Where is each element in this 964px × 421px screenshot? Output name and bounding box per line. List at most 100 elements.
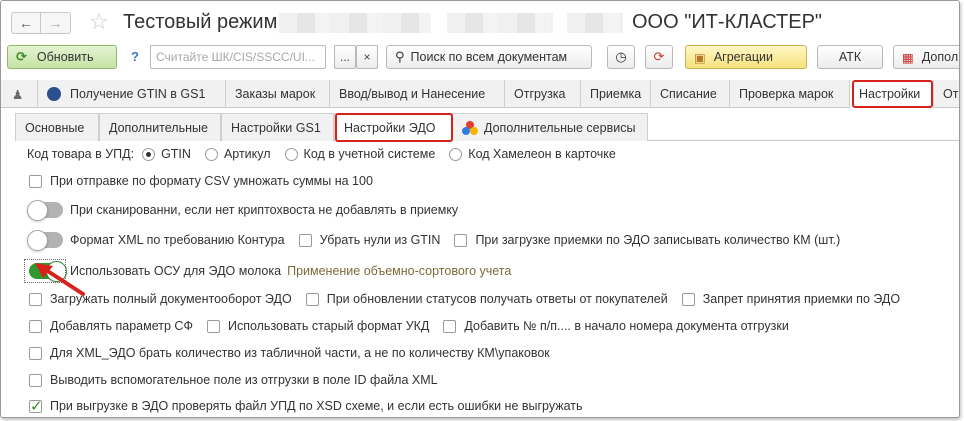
gs1-icon (47, 87, 61, 101)
redacted-area (279, 13, 431, 33)
radio-chameleon-code-label: Код Хамелеон в карточке (468, 147, 616, 161)
xml-edo-qty-row: Для XML_ЭДО брать количество из таблично… (29, 342, 550, 364)
tab-mark-check[interactable]: Проверка марок (730, 80, 850, 108)
load-km-count-checkbox[interactable] (454, 233, 468, 247)
radio-gtin[interactable] (142, 147, 156, 161)
history-button[interactable]: ◷ (607, 45, 635, 69)
csv-multiply-checkbox[interactable] (29, 174, 42, 188)
help-link[interactable]: ? (131, 49, 139, 64)
aux-field-label: Выводить вспомогательное поле из отгрузк… (50, 373, 438, 387)
xml-kontur-row: Формат XML по требованию Контура Убрать … (27, 229, 840, 251)
extra-button[interactable]: ▦ Допол (893, 45, 959, 69)
radio-article[interactable] (204, 147, 218, 161)
add-line-number-checkbox[interactable] (443, 319, 457, 333)
forbid-accept-label: Запрет принятия приемки по ЭДО (702, 292, 901, 306)
csv-multiply-row: При отправке по формату CSV умножать сум… (29, 170, 373, 192)
add-line-number-label: Добавить № п/п.... в начало номера докум… (464, 319, 789, 333)
remove-zeros-gtin-label: Убрать нули из GTIN (319, 233, 441, 247)
settings-subtabs: Основные Дополнительные Настройки GS1 На… (15, 113, 959, 142)
tab-shipment[interactable]: Отгрузка (505, 80, 581, 108)
tab-label: Получение GTIN в GS1 (70, 87, 206, 101)
barcode-search-input[interactable]: Считайте ШК/CIS/SSCC/UI... (150, 45, 326, 69)
search-all-documents-button[interactable]: ⚲ Поиск по всем документам (386, 45, 592, 69)
radio-accounting-code-label: Код в учетной системе (303, 147, 436, 161)
refresh-button-label: Обновить (36, 50, 94, 64)
refresh-icon: ⟳ (16, 49, 27, 64)
back-button[interactable]: ← (11, 12, 41, 34)
radio-gtin-label: GTIN (161, 147, 191, 161)
search-all-label: Поиск по всем документам (410, 50, 568, 64)
forward-button[interactable]: → (41, 12, 71, 34)
edo-settings-panel: Код товара в УПД: GTIN Артикул Код в уче… (1, 142, 959, 417)
extra-label: Допол (921, 50, 959, 64)
forbid-accept-checkbox[interactable] (681, 292, 695, 306)
atk-button[interactable]: АТК (817, 45, 883, 69)
tab-users[interactable]: ♟ (1, 80, 38, 108)
radio-accounting-code[interactable] (284, 147, 298, 161)
sync-button[interactable]: ⟳ (645, 45, 673, 69)
xml-kontur-label: Формат XML по требованию Контура (70, 233, 285, 247)
main-tabs: ♟ Получение GTIN в GS1 Заказы марок Ввод… (1, 80, 959, 108)
tab-gtin-gs1[interactable]: Получение GTIN в GS1 (38, 80, 226, 108)
subtab-label: Дополнительные сервисы (484, 120, 636, 135)
subtab-gs1-settings[interactable]: Настройки GS1 (221, 113, 334, 141)
xml-edo-qty-label: Для XML_ЭДО брать количество из таблично… (50, 346, 550, 360)
aux-field-checkbox[interactable] (29, 373, 42, 387)
old-ukd-format-label: Использовать старый формат УКД (227, 319, 430, 333)
tab-writeoff[interactable]: Списание (651, 80, 730, 108)
radio-chameleon-code[interactable] (449, 147, 463, 161)
xsd-check-checkbox[interactable] (29, 397, 43, 415)
use-osu-milk-row: Использовать ОСУ для ЭДО молока Применен… (29, 260, 511, 282)
redacted-area (447, 13, 553, 33)
title-bar: ← → ☆ Тестовый режим: ООО "ИТ-КЛАСТЕР" (1, 1, 959, 41)
subtab-additional[interactable]: Дополнительные (99, 113, 221, 141)
favorite-star-icon[interactable]: ☆ (89, 9, 109, 35)
sf-param-row: Добавлять параметр СФ Использовать стары… (29, 315, 789, 337)
users-icon: ♟ (12, 87, 24, 102)
window-title: Тестовый режим: (123, 11, 283, 33)
xml-edo-qty-checkbox[interactable] (29, 346, 42, 360)
tab-acceptance[interactable]: Приемка (581, 80, 651, 108)
aggregation-button[interactable]: ▣ Агрегации (685, 45, 807, 69)
subtab-edo-settings[interactable]: Настройки ЭДО (334, 113, 452, 142)
no-crypto-tail-toggle[interactable] (27, 200, 63, 221)
tab-mark-orders[interactable]: Заказы марок (226, 80, 330, 108)
load-full-docflow-row: Загружать полный документооборот ЭДО При… (29, 288, 900, 310)
status-replies-checkbox[interactable] (305, 292, 319, 306)
xml-kontur-toggle[interactable] (27, 230, 63, 251)
subtab-extra-services[interactable]: Дополнительные сервисы (452, 113, 648, 141)
add-sf-param-checkbox[interactable] (29, 319, 42, 333)
arrow-right-icon: → (48, 15, 63, 31)
status-replies-label: При обновлении статусов получать ответы … (326, 292, 668, 306)
more-options-button[interactable]: ... (334, 45, 356, 69)
organization-name: ООО "ИТ-КЛАСТЕР" (632, 11, 823, 33)
search-icon: ⚲ (395, 49, 405, 64)
subtab-main[interactable]: Основные (15, 113, 99, 141)
refresh-button[interactable]: ⟳ Обновить (7, 45, 117, 69)
arrow-left-icon: ← (19, 15, 33, 31)
services-icon (462, 120, 478, 135)
use-osu-milk-label: Использовать ОСУ для ЭДО молока (70, 264, 282, 278)
xsd-check-label: При выгрузке в ЭДО проверять файл УПД по… (50, 399, 583, 413)
xsd-check-row: При выгрузке в ЭДО проверять файл УПД по… (29, 395, 583, 417)
redacted-area (567, 13, 623, 33)
upd-code-label: Код товара в УПД: (27, 147, 135, 161)
old-ukd-format-checkbox[interactable] (206, 319, 220, 333)
add-sf-param-label: Добавлять параметр СФ (50, 319, 193, 333)
briefcase-icon: ▦ (902, 50, 914, 65)
aggregation-label: Агрегации (713, 50, 773, 64)
tab-io-application[interactable]: Ввод/вывод и Нанесение (330, 80, 505, 108)
tab-reports[interactable]: Отче (934, 80, 959, 108)
box-icon: ▣ (694, 50, 706, 65)
remove-zeros-gtin-checkbox[interactable] (298, 233, 312, 247)
main-window: ← → ☆ Тестовый режим: ООО "ИТ-КЛАСТЕР" ⟳… (0, 0, 960, 418)
upd-code-row: Код товара в УПД: GTIN Артикул Код в уче… (27, 143, 616, 165)
history-icon: ◷ (615, 49, 627, 64)
clear-search-button[interactable]: × (356, 45, 378, 69)
tab-settings[interactable]: Настройки (850, 80, 934, 108)
toolbar: ⟳ Обновить ? Считайте ШК/CIS/SSCC/UI... … (1, 41, 959, 77)
sync-icon: ⟳ (653, 49, 665, 64)
osu-hint-text: Применение объемно-сортового учета (287, 264, 512, 278)
no-crypto-tail-row: При сканированни, если нет криптохвоста … (27, 199, 458, 221)
radio-article-label: Артикул (223, 147, 271, 161)
